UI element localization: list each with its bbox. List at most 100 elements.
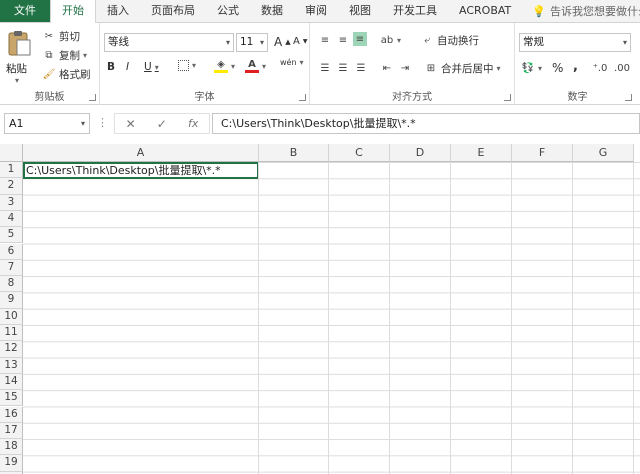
align-right-button[interactable]: ☰	[354, 61, 368, 75]
row-header-8[interactable]: 8	[0, 276, 23, 293]
align-top-icon: ≡	[320, 34, 330, 46]
column-header-b[interactable]: B	[259, 144, 329, 162]
font-color-button[interactable]: A ▾	[245, 59, 266, 73]
orientation-button[interactable]: ab ▾	[380, 33, 401, 47]
row-header-10[interactable]: 10	[0, 308, 23, 325]
column-header-g[interactable]: G	[573, 144, 634, 162]
accounting-format-button[interactable]: 💱 ▾	[521, 61, 542, 75]
row-header-14[interactable]: 14	[0, 373, 23, 391]
select-all-corner[interactable]	[0, 144, 23, 162]
lightbulb-icon: 💡	[532, 4, 546, 18]
format-painter-button[interactable]: 🖌 格式刷	[42, 67, 91, 82]
row-header-11[interactable]: 11	[0, 325, 23, 342]
borders-button[interactable]: ▾	[178, 60, 196, 71]
bold-button[interactable]: B	[107, 61, 115, 73]
font-name-select[interactable]: 等线 ▾	[104, 33, 234, 52]
tab-8[interactable]: 开发工具	[382, 0, 448, 22]
row-header-1[interactable]: 1	[0, 162, 23, 179]
phonetic-button[interactable]: wén ▾	[280, 58, 304, 67]
tab-2[interactable]: 插入	[96, 0, 140, 22]
align-bottom-button[interactable]: ≡	[353, 32, 367, 46]
worksheet-grid[interactable]: C:\Users\Think\Desktop\批量提取\*.* ABCDEFG1…	[0, 144, 640, 474]
copy-dropdown-icon[interactable]: ▾	[83, 51, 87, 60]
alignment-launcher-icon[interactable]	[504, 94, 511, 101]
tab-3[interactable]: 页面布局	[140, 0, 206, 22]
grow-font-button[interactable]: A ▲	[274, 35, 291, 49]
column-header-e[interactable]: E	[451, 144, 512, 162]
insert-function-icon[interactable]: fx	[188, 117, 198, 130]
merge-cells-icon: ⊞	[426, 63, 436, 74]
wrap-text-label: 自动换行	[437, 35, 479, 47]
italic-button[interactable]: I	[126, 61, 129, 73]
name-box[interactable]: A1 ▾	[4, 113, 90, 134]
shrink-font-button[interactable]: A ▼	[293, 36, 307, 47]
align-left-button[interactable]: ☰	[318, 61, 332, 75]
font-size-select[interactable]: 11 ▾	[236, 33, 268, 52]
row-header-5[interactable]: 5	[0, 227, 23, 244]
percent-button[interactable]: %	[552, 61, 563, 75]
tab-9[interactable]: ACROBAT	[448, 0, 522, 22]
column-header-d[interactable]: D	[390, 144, 451, 162]
fill-color-button[interactable]: ◈ ▾	[214, 59, 235, 73]
font-launcher-icon[interactable]	[299, 94, 306, 101]
enter-icon[interactable]: ✓	[157, 117, 167, 131]
copy-icon: ⧉	[45, 50, 53, 61]
tab-4[interactable]: 公式	[206, 0, 250, 22]
column-header-c[interactable]: C	[329, 144, 390, 162]
row-header-9[interactable]: 9	[0, 292, 23, 309]
comma-style-button[interactable]: ,	[573, 59, 578, 74]
clipboard-group-label: 剪贴板	[34, 92, 65, 103]
row-header-19[interactable]: 19	[0, 455, 23, 472]
row-header-4[interactable]: 4	[0, 210, 23, 228]
paste-button[interactable]: 粘贴 ▾	[6, 29, 36, 85]
row-header-16[interactable]: 16	[0, 406, 23, 423]
row-header-6[interactable]: 6	[0, 243, 23, 260]
paste-dropdown-icon[interactable]: ▾	[6, 76, 28, 85]
row-header-2[interactable]: 2	[0, 178, 23, 195]
paste-label: 粘贴	[6, 63, 27, 75]
align-center-button[interactable]: ☰	[336, 61, 350, 75]
increase-decimal-button[interactable]: ⁺.0	[593, 61, 608, 75]
align-top-button[interactable]: ≡	[318, 33, 332, 47]
borders-icon	[178, 60, 189, 71]
row-header-7[interactable]: 7	[0, 259, 23, 277]
decrease-decimal-button[interactable]: .00	[614, 61, 630, 75]
clipboard-launcher-icon[interactable]	[89, 94, 96, 101]
tab-1[interactable]: 开始	[50, 0, 96, 23]
cells-area[interactable]	[23, 162, 640, 474]
chevron-down-icon[interactable]: ▾	[497, 64, 501, 73]
number-format-select[interactable]: 常规 ▾	[519, 33, 631, 52]
formula-bar-grip-icon[interactable]: ⋮	[97, 116, 108, 129]
copy-button[interactable]: ⧉ 复制 ▾	[42, 48, 87, 63]
increase-indent-button[interactable]: ⇥	[398, 61, 412, 75]
tell-me-search[interactable]: 💡 告诉我您想要做什么	[522, 0, 640, 22]
align-bottom-icon: ≡	[355, 33, 365, 45]
tab-7[interactable]: 视图	[338, 0, 382, 22]
tab-0[interactable]: 文件	[0, 0, 50, 22]
tab-6[interactable]: 审阅	[294, 0, 338, 22]
column-header-f[interactable]: F	[512, 144, 573, 162]
cancel-icon[interactable]: ✕	[126, 117, 136, 131]
row-header-12[interactable]: 12	[0, 341, 23, 358]
number-launcher-icon[interactable]	[625, 94, 632, 101]
column-header-a[interactable]: A	[23, 144, 259, 162]
row-header-17[interactable]: 17	[0, 422, 23, 440]
wrap-text-button[interactable]: ⤶ 自动换行	[420, 33, 479, 48]
row-header-18[interactable]: 18	[0, 439, 23, 456]
row-header-15[interactable]: 15	[0, 390, 23, 407]
row-header-3[interactable]: 3	[0, 194, 23, 211]
formula-buttons: ✕ ✓ fx	[114, 113, 210, 134]
merge-center-button[interactable]: ⊞ 合并后居中 ▾	[424, 61, 501, 76]
align-left-icon: ☰	[320, 62, 330, 74]
bold-icon: B	[107, 61, 116, 73]
comma-icon: ,	[573, 59, 578, 74]
formula-input[interactable]: C:\Users\Think\Desktop\批量提取\*.*	[212, 113, 640, 134]
row-header-13[interactable]: 13	[0, 357, 23, 374]
cut-button[interactable]: ✂ 剪切	[42, 29, 80, 44]
tab-5[interactable]: 数据	[250, 0, 294, 22]
decrease-indent-button[interactable]: ⇤	[380, 61, 394, 75]
align-middle-button[interactable]: ≡	[336, 33, 350, 47]
formula-bar: A1 ▾ ⋮ ✕ ✓ fx C:\Users\Think\Desktop\批量提…	[0, 108, 640, 138]
underline-button[interactable]: U ▾	[144, 61, 159, 73]
column-gridline	[450, 162, 451, 474]
